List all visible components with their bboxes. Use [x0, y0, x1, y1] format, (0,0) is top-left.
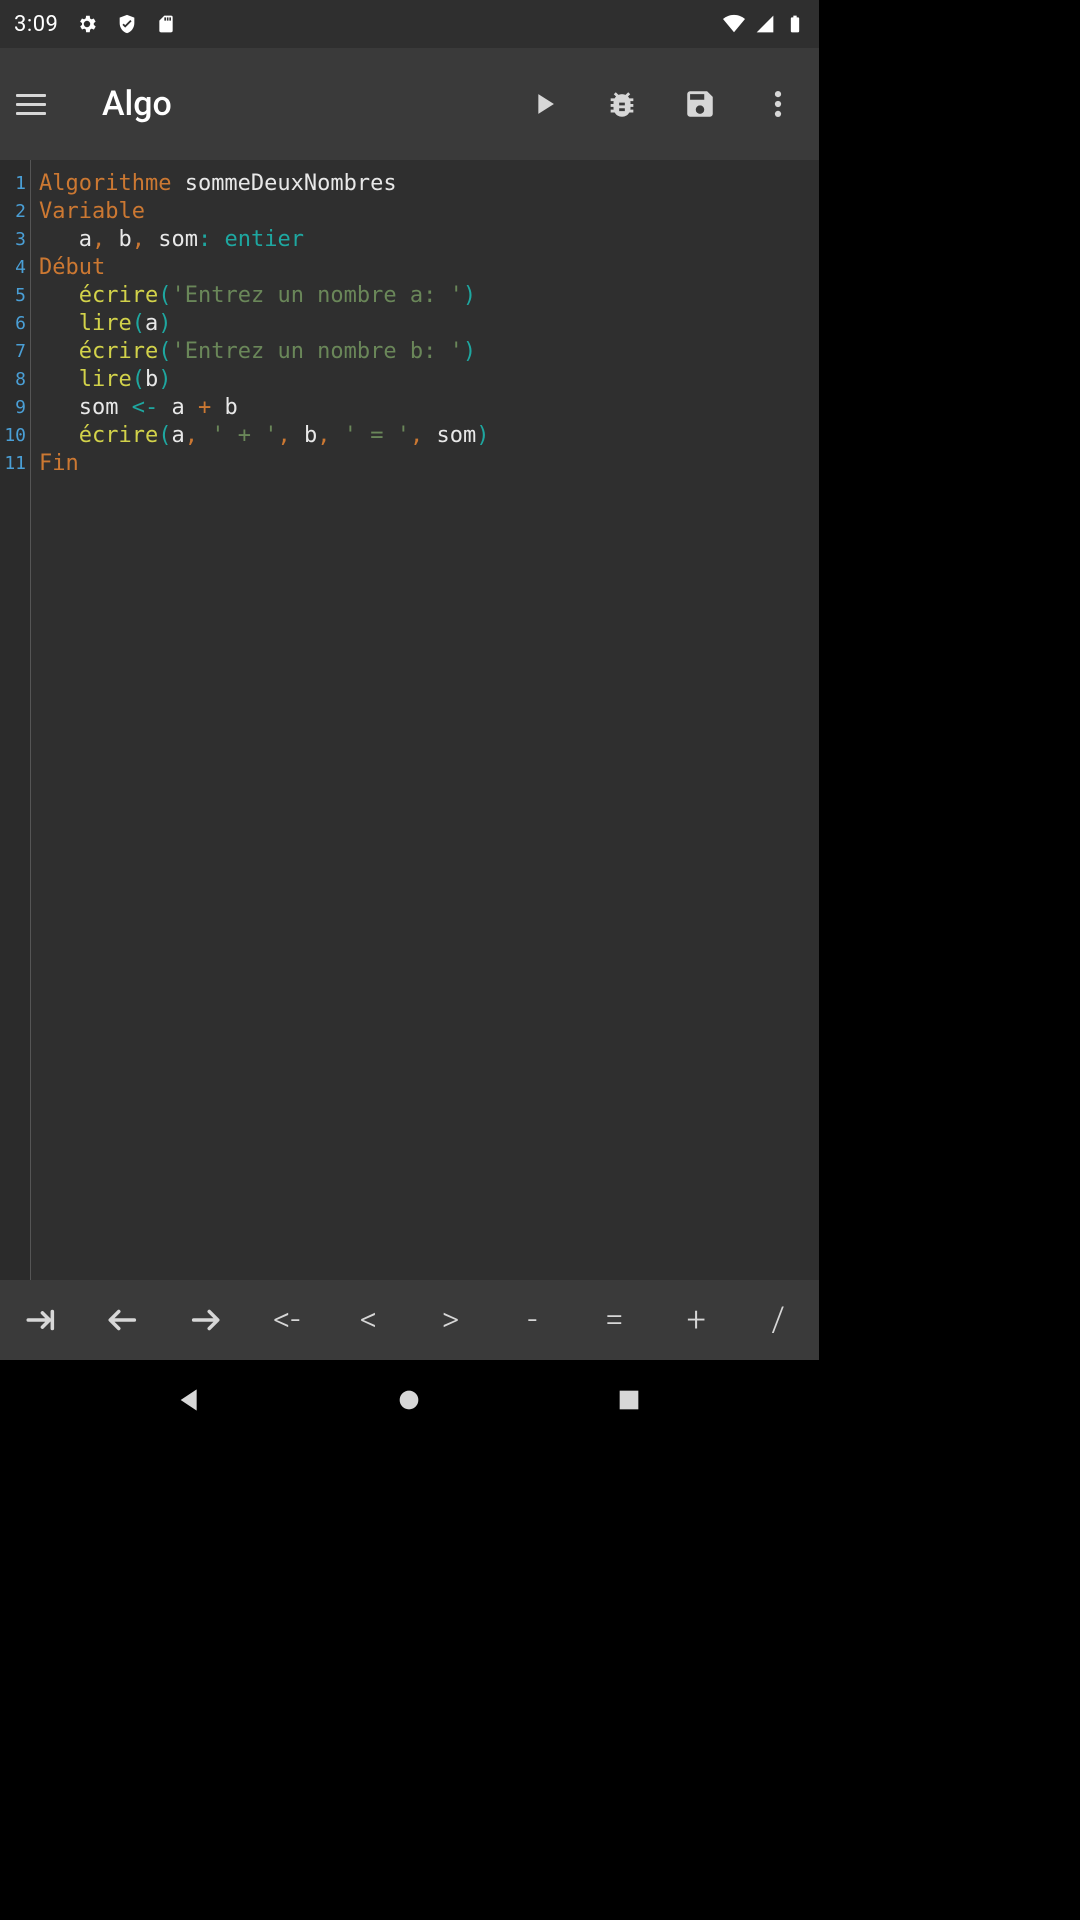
key-slash[interactable]: / [737, 1280, 819, 1360]
code-line[interactable]: lire(a) [39, 310, 811, 338]
key-tab[interactable] [0, 1280, 82, 1360]
wifi-icon [723, 13, 745, 35]
app-title: Algo [102, 84, 172, 124]
android-nav-bar [0, 1360, 819, 1440]
debug-button[interactable] [605, 87, 639, 121]
code-line[interactable]: Algorithme sommeDeuxNombres [39, 170, 811, 198]
code-line[interactable]: Variable [39, 198, 811, 226]
nav-home[interactable] [393, 1384, 425, 1416]
line-number: 8 [2, 366, 26, 394]
code-line[interactable]: écrire('Entrez un nombre a: ') [39, 282, 811, 310]
line-number: 2 [2, 198, 26, 226]
key-plus[interactable]: + [655, 1280, 737, 1360]
key-cursor-left[interactable] [82, 1280, 164, 1360]
key-cursor-right[interactable] [164, 1280, 246, 1360]
line-number: 11 [2, 450, 26, 478]
code-line[interactable]: Fin [39, 450, 811, 478]
nav-back[interactable] [174, 1384, 206, 1416]
line-number: 1 [2, 170, 26, 198]
menu-button[interactable] [16, 94, 46, 115]
line-gutter: 1234567891011 [0, 160, 31, 1280]
run-button[interactable] [527, 87, 561, 121]
key-assign[interactable]: <- [246, 1280, 328, 1360]
shield-icon [116, 13, 138, 35]
line-number: 7 [2, 338, 26, 366]
status-bar: 3:09 [0, 0, 819, 48]
symbol-toolbar: <- < > - = + / [0, 1280, 819, 1360]
code-line[interactable]: écrire('Entrez un nombre b: ') [39, 338, 811, 366]
save-button[interactable] [683, 87, 717, 121]
line-number: 9 [2, 394, 26, 422]
code-line[interactable]: lire(b) [39, 366, 811, 394]
app-bar: Algo [0, 48, 819, 160]
key-lt[interactable]: < [328, 1280, 410, 1360]
key-minus[interactable]: - [491, 1280, 573, 1360]
battery-icon [785, 14, 805, 34]
line-number: 3 [2, 226, 26, 254]
key-equals[interactable]: = [573, 1280, 655, 1360]
sd-card-icon [156, 14, 176, 34]
gear-icon [76, 13, 98, 35]
line-number: 4 [2, 254, 26, 282]
line-number: 5 [2, 282, 26, 310]
nav-recent[interactable] [613, 1384, 645, 1416]
code-area[interactable]: Algorithme sommeDeuxNombresVariable a, b… [31, 160, 819, 1280]
code-line[interactable]: Début [39, 254, 811, 282]
signal-icon [755, 14, 775, 34]
code-line[interactable]: a, b, som: entier [39, 226, 811, 254]
code-editor[interactable]: 1234567891011 Algorithme sommeDeuxNombre… [0, 160, 819, 1280]
code-line[interactable]: som <- a + b [39, 394, 811, 422]
status-time: 3:09 [14, 12, 58, 37]
more-button[interactable] [761, 87, 795, 121]
line-number: 6 [2, 310, 26, 338]
key-gt[interactable]: > [410, 1280, 492, 1360]
code-line[interactable]: écrire(a, ' + ', b, ' = ', som) [39, 422, 811, 450]
line-number: 10 [2, 422, 26, 450]
